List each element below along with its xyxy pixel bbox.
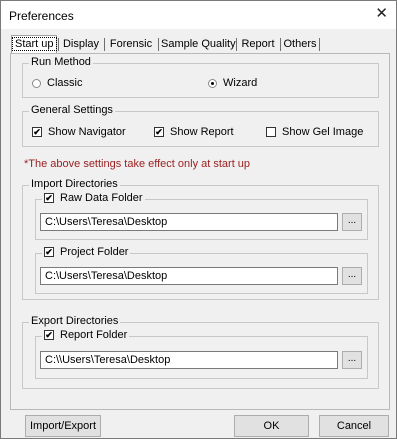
report-folder-legend[interactable]: ✔ Report Folder [42,329,130,341]
cancel-button[interactable]: Cancel [319,415,389,437]
tab-display[interactable]: Display [61,36,101,52]
tab-divider [158,38,159,51]
startup-note: *The above settings take effect only at … [24,158,251,170]
checkbox-show-report-box: ✔ [154,127,164,137]
report-folder-group: ✔ Report Folder C:\\Users\Teresa\Desktop… [35,329,368,379]
raw-data-folder-label: Raw Data Folder [60,192,143,204]
tab-others[interactable]: Others [283,36,317,52]
tab-divider [236,38,237,51]
project-folder-legend[interactable]: ✔ Project Folder [42,246,131,258]
radio-wizard-indicator [208,78,217,88]
run-method-group: Run Method Classic Wizard [22,56,379,98]
general-settings-group: General Settings ✔ Show Navigator ✔ Show… [22,104,379,147]
radio-wizard-label: Wizard [223,77,258,89]
report-folder-label: Report Folder [60,329,128,341]
tab-divider [104,38,105,51]
preferences-dialog: Preferences ✕ Start up Display Forensic … [0,0,397,439]
checkbox-show-gel-image[interactable]: Show Gel Image [266,126,363,138]
tab-divider [319,38,320,51]
tab-divider [280,38,281,51]
import-directories-group: Import Directories ✔ Raw Data Folder C:\… [22,178,379,300]
tab-report[interactable]: Report [239,36,277,52]
import-directories-legend: Import Directories [29,178,120,190]
tab-sample-quality[interactable]: Sample Quality [161,36,236,52]
radio-wizard[interactable]: Wizard [208,77,257,89]
export-directories-legend: Export Directories [29,315,121,327]
tab-divider [58,38,59,51]
checkbox-raw-data-folder: ✔ [44,193,54,203]
radio-classic[interactable]: Classic [32,77,82,89]
window-title: Preferences [9,9,74,23]
close-icon[interactable]: ✕ [375,5,388,23]
checkbox-show-report[interactable]: ✔ Show Report [154,126,234,138]
project-folder-label: Project Folder [60,246,129,258]
raw-data-folder-input[interactable]: C:\Users\Teresa\Desktop [40,213,338,231]
tab-forensic[interactable]: Forensic [107,36,155,52]
show-navigator-label: Show Navigator [48,126,126,138]
radio-classic-indicator [32,78,41,88]
raw-data-folder-group: ✔ Raw Data Folder C:\Users\Teresa\Deskto… [35,192,368,240]
start-up-panel: Run Method Classic Wizard General Settin… [10,53,390,410]
project-folder-group: ✔ Project Folder C:\Users\Teresa\Desktop… [35,246,368,294]
radio-classic-label: Classic [47,77,83,89]
run-method-legend: Run Method [29,56,93,68]
checkbox-report-folder: ✔ [44,330,54,340]
tab-start-up[interactable]: Start up [11,35,57,53]
report-folder-browse-button[interactable]: ... [342,351,362,369]
export-directories-group: Export Directories ✔ Report Folder C:\\U… [22,315,379,389]
report-folder-input[interactable]: C:\\Users\Teresa\Desktop [40,351,338,369]
import-export-button[interactable]: Import/Export [25,415,101,437]
title-bar: Preferences ✕ [1,1,396,29]
raw-data-folder-legend[interactable]: ✔ Raw Data Folder [42,192,145,204]
checkbox-show-navigator-box: ✔ [32,127,42,137]
checkbox-show-navigator[interactable]: ✔ Show Navigator [32,126,126,138]
tab-start-up-label: Start up [12,37,57,51]
general-settings-legend: General Settings [29,104,115,116]
show-gel-image-label: Show Gel Image [282,126,364,138]
ok-button[interactable]: OK [234,415,309,437]
raw-data-folder-browse-button[interactable]: ... [342,213,362,231]
checkbox-project-folder: ✔ [44,247,54,257]
project-folder-browse-button[interactable]: ... [342,267,362,285]
project-folder-input[interactable]: C:\Users\Teresa\Desktop [40,267,338,285]
checkbox-show-gel-image-box [266,127,276,137]
show-report-label: Show Report [170,126,234,138]
